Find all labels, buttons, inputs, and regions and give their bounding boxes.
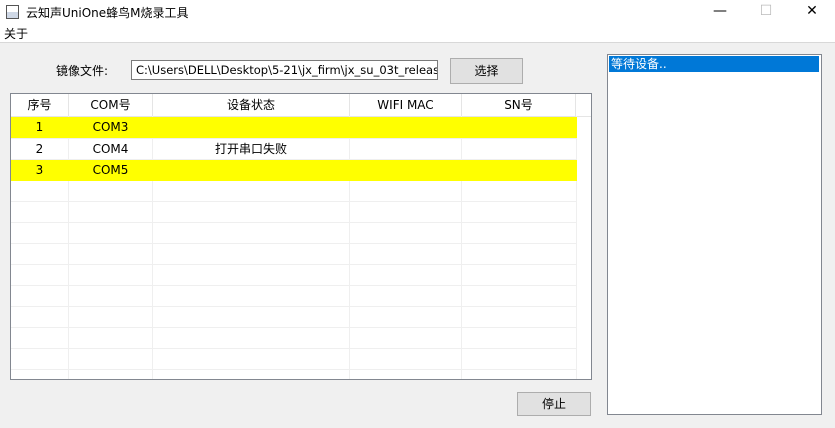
row-status: 打开串口失败	[214, 142, 287, 156]
row-status	[153, 117, 349, 138]
grid-line	[11, 243, 577, 244]
close-button[interactable]: ✕	[789, 0, 835, 23]
row-wifi-mac	[350, 160, 461, 181]
table-row[interactable]: 1 COM3	[11, 117, 577, 138]
grid-line	[11, 201, 577, 202]
app-icon	[6, 5, 19, 19]
row-sn	[462, 117, 575, 138]
window-title: 云知声UniOne蜂鸟M烧录工具	[26, 6, 189, 20]
row-sn	[462, 139, 575, 160]
maximize-button[interactable]: ☐	[743, 0, 789, 23]
minimize-button[interactable]: —	[697, 0, 743, 23]
grid-line	[11, 264, 577, 265]
row-wifi-mac	[350, 117, 461, 138]
row-com-port: COM5	[92, 163, 129, 177]
row-index: 1	[35, 120, 44, 134]
row-sn	[462, 160, 575, 181]
row-index: 2	[35, 142, 44, 156]
grid-line	[11, 285, 577, 286]
column-header-status[interactable]: 设备状态	[153, 94, 350, 116]
column-header-wifi-mac[interactable]: WIFI MAC	[350, 94, 462, 116]
log-entry[interactable]: 等待设备..	[609, 56, 819, 72]
column-header-sn[interactable]: SN号	[462, 94, 576, 116]
row-index: 3	[35, 163, 44, 177]
image-file-label: 镜像文件:	[56, 64, 109, 78]
menu-about[interactable]: 关于	[4, 25, 28, 42]
title-bar: 云知声UniOne蜂鸟M烧录工具 — ☐ ✕	[0, 0, 835, 23]
column-header-com[interactable]: COM号	[69, 94, 153, 116]
row-com-port: COM3	[92, 120, 129, 134]
column-header-index[interactable]: 序号	[11, 94, 69, 116]
grid-line	[11, 222, 577, 223]
grid-line	[11, 348, 577, 349]
grid-line	[11, 327, 577, 328]
table-header: 序号 COM号 设备状态 WIFI MAC SN号	[11, 94, 591, 117]
grid-line	[11, 306, 577, 307]
table-row[interactable]: 2 COM4 打开串口失败	[11, 139, 577, 160]
stop-button[interactable]: 停止	[517, 392, 591, 416]
device-table[interactable]: 序号 COM号 设备状态 WIFI MAC SN号 1 COM3 2 COM4 …	[10, 93, 592, 380]
select-button[interactable]: 选择	[450, 58, 523, 84]
image-path-field[interactable]: C:\Users\DELL\Desktop\5-21\jx_firm\jx_su…	[131, 60, 438, 80]
grid-line	[11, 369, 577, 370]
row-status	[153, 160, 349, 181]
row-wifi-mac	[350, 139, 461, 160]
table-row[interactable]: 3 COM5	[11, 160, 577, 181]
log-list[interactable]: 等待设备..	[607, 54, 822, 415]
row-com-port: COM4	[92, 142, 129, 156]
menu-bar: 关于	[0, 23, 835, 43]
